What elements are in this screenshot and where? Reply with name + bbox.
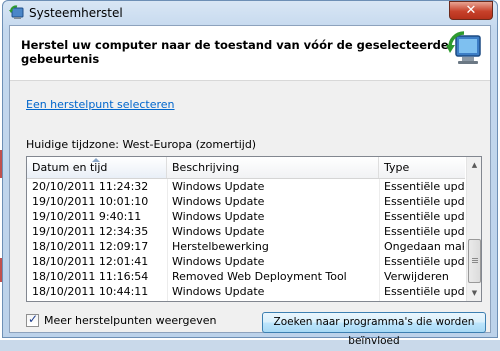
cell-date: 18/10/2011 10:44:11 — [32, 285, 149, 298]
cell-type: Ongedaan maken — [384, 240, 464, 253]
column-header-description[interactable]: Beschrijving — [167, 157, 379, 178]
cell-date: 19/10/2011 12:34:35 — [32, 225, 149, 238]
cell-type: Verwijderen — [384, 270, 449, 283]
timezone-label: Huidige tijdzone: West-Europa (zomertijd… — [26, 138, 257, 151]
column-headers: Datum en tijd Beschrijving Type — [27, 157, 465, 179]
table-row[interactable]: 19/10/2011 9:40:11 Windows Update Essentië… — [27, 209, 465, 224]
close-button[interactable]: ✕ — [449, 1, 493, 20]
cell-description: Windows Update — [172, 210, 265, 223]
column-header-date[interactable]: Datum en tijd — [27, 157, 167, 178]
cell-date: 20/10/2011 11:24:32 — [32, 180, 149, 193]
table-row[interactable]: 20/10/2011 11:24:32 Windows Update Essenti… — [27, 179, 465, 194]
dialog-body: Herstel uw computer naar de toestand van… — [9, 25, 491, 347]
vertical-scrollbar[interactable]: ▲ ▼ — [466, 157, 481, 301]
title-bar[interactable]: Systeemherstel ✕ — [3, 1, 497, 25]
cell-type: Essentiële update — [384, 225, 464, 238]
cell-date: 19/10/2011 10:01:10 — [32, 195, 149, 208]
dialog-header: Herstel uw computer naar de toestand van… — [10, 26, 490, 81]
sort-arrow-icon — [92, 158, 100, 162]
grip-icon — [472, 258, 478, 259]
cell-date: 19/10/2011 9:40:11 — [32, 210, 142, 223]
table-row[interactable]: 18/10/2011 12:01:41 Windows Update Essenti… — [27, 254, 465, 269]
column-header-label: Type — [384, 161, 410, 174]
cell-date: 18/10/2011 12:01:41 — [32, 255, 149, 268]
system-restore-icon — [9, 5, 24, 19]
cell-description: Windows Update — [172, 180, 265, 193]
window-title: Systeemherstel — [29, 6, 123, 20]
table-row[interactable]: 18/10/2011 12:09:17 Herstelbewerking Onged… — [27, 239, 465, 254]
scroll-up-arrow-icon[interactable]: ▲ — [467, 157, 481, 173]
show-more-restore-points-checkbox[interactable]: ✓ — [26, 312, 39, 327]
scan-affected-programs-button[interactable]: Zoeken naar programma's die worden beïnv… — [262, 312, 486, 347]
table-row[interactable]: 18/10/2011 11:16:54 Removed Web Deploymen… — [27, 269, 465, 284]
system-restore-icon — [446, 31, 481, 64]
column-header-label: Beschrijving — [172, 161, 240, 174]
cell-description: Windows Update — [172, 225, 265, 238]
table-row[interactable]: 19/10/2011 12:34:35 Windows Update Essenti… — [27, 224, 465, 239]
cell-type: Essentiële update — [384, 255, 464, 268]
cell-date: 18/10/2011 12:09:17 — [32, 240, 149, 253]
column-header-type[interactable]: Type — [379, 157, 465, 178]
system-restore-window: Systeemherstel ✕ Herstel uw computer naa… — [2, 0, 498, 347]
cell-type: Essentiële update — [384, 210, 464, 223]
page-title: Herstel uw computer naar de toestand van… — [21, 38, 449, 66]
cell-date: 18/10/2011 11:16:54 — [32, 270, 149, 283]
scrollbar-thumb[interactable] — [468, 239, 481, 283]
close-icon: ✕ — [465, 3, 477, 18]
cell-description: Herstelbewerking — [172, 240, 269, 253]
table-body: 20/10/2011 11:24:32 Windows Update Essenti… — [27, 179, 465, 299]
select-restore-point-link[interactable]: Een herstelpunt selecteren — [26, 98, 175, 111]
column-header-label: Datum en tijd — [32, 161, 108, 174]
scroll-down-arrow-icon[interactable]: ▼ — [467, 285, 481, 301]
cell-description: Removed Web Deployment Tool — [172, 270, 347, 283]
checkmark-icon: ✓ — [28, 312, 39, 326]
cell-description: Windows Update — [172, 195, 265, 208]
cell-type: Essentiële update — [384, 180, 464, 193]
cell-type: Essentiële update — [384, 195, 464, 208]
restore-points-list[interactable]: Datum en tijd Beschrijving Type 20/10/20… — [26, 156, 482, 302]
show-more-restore-points-label[interactable]: Meer herstelpunten weergeven — [44, 314, 217, 327]
cell-type: Essentiële update — [384, 285, 464, 298]
cell-description: Windows Update — [172, 255, 265, 268]
table-row[interactable]: 19/10/2011 10:01:10 Windows Update Essenti… — [27, 194, 465, 209]
cell-description: Windows Update — [172, 285, 265, 298]
table-row[interactable]: 18/10/2011 10:44:11 Windows Update Essenti… — [27, 284, 465, 299]
